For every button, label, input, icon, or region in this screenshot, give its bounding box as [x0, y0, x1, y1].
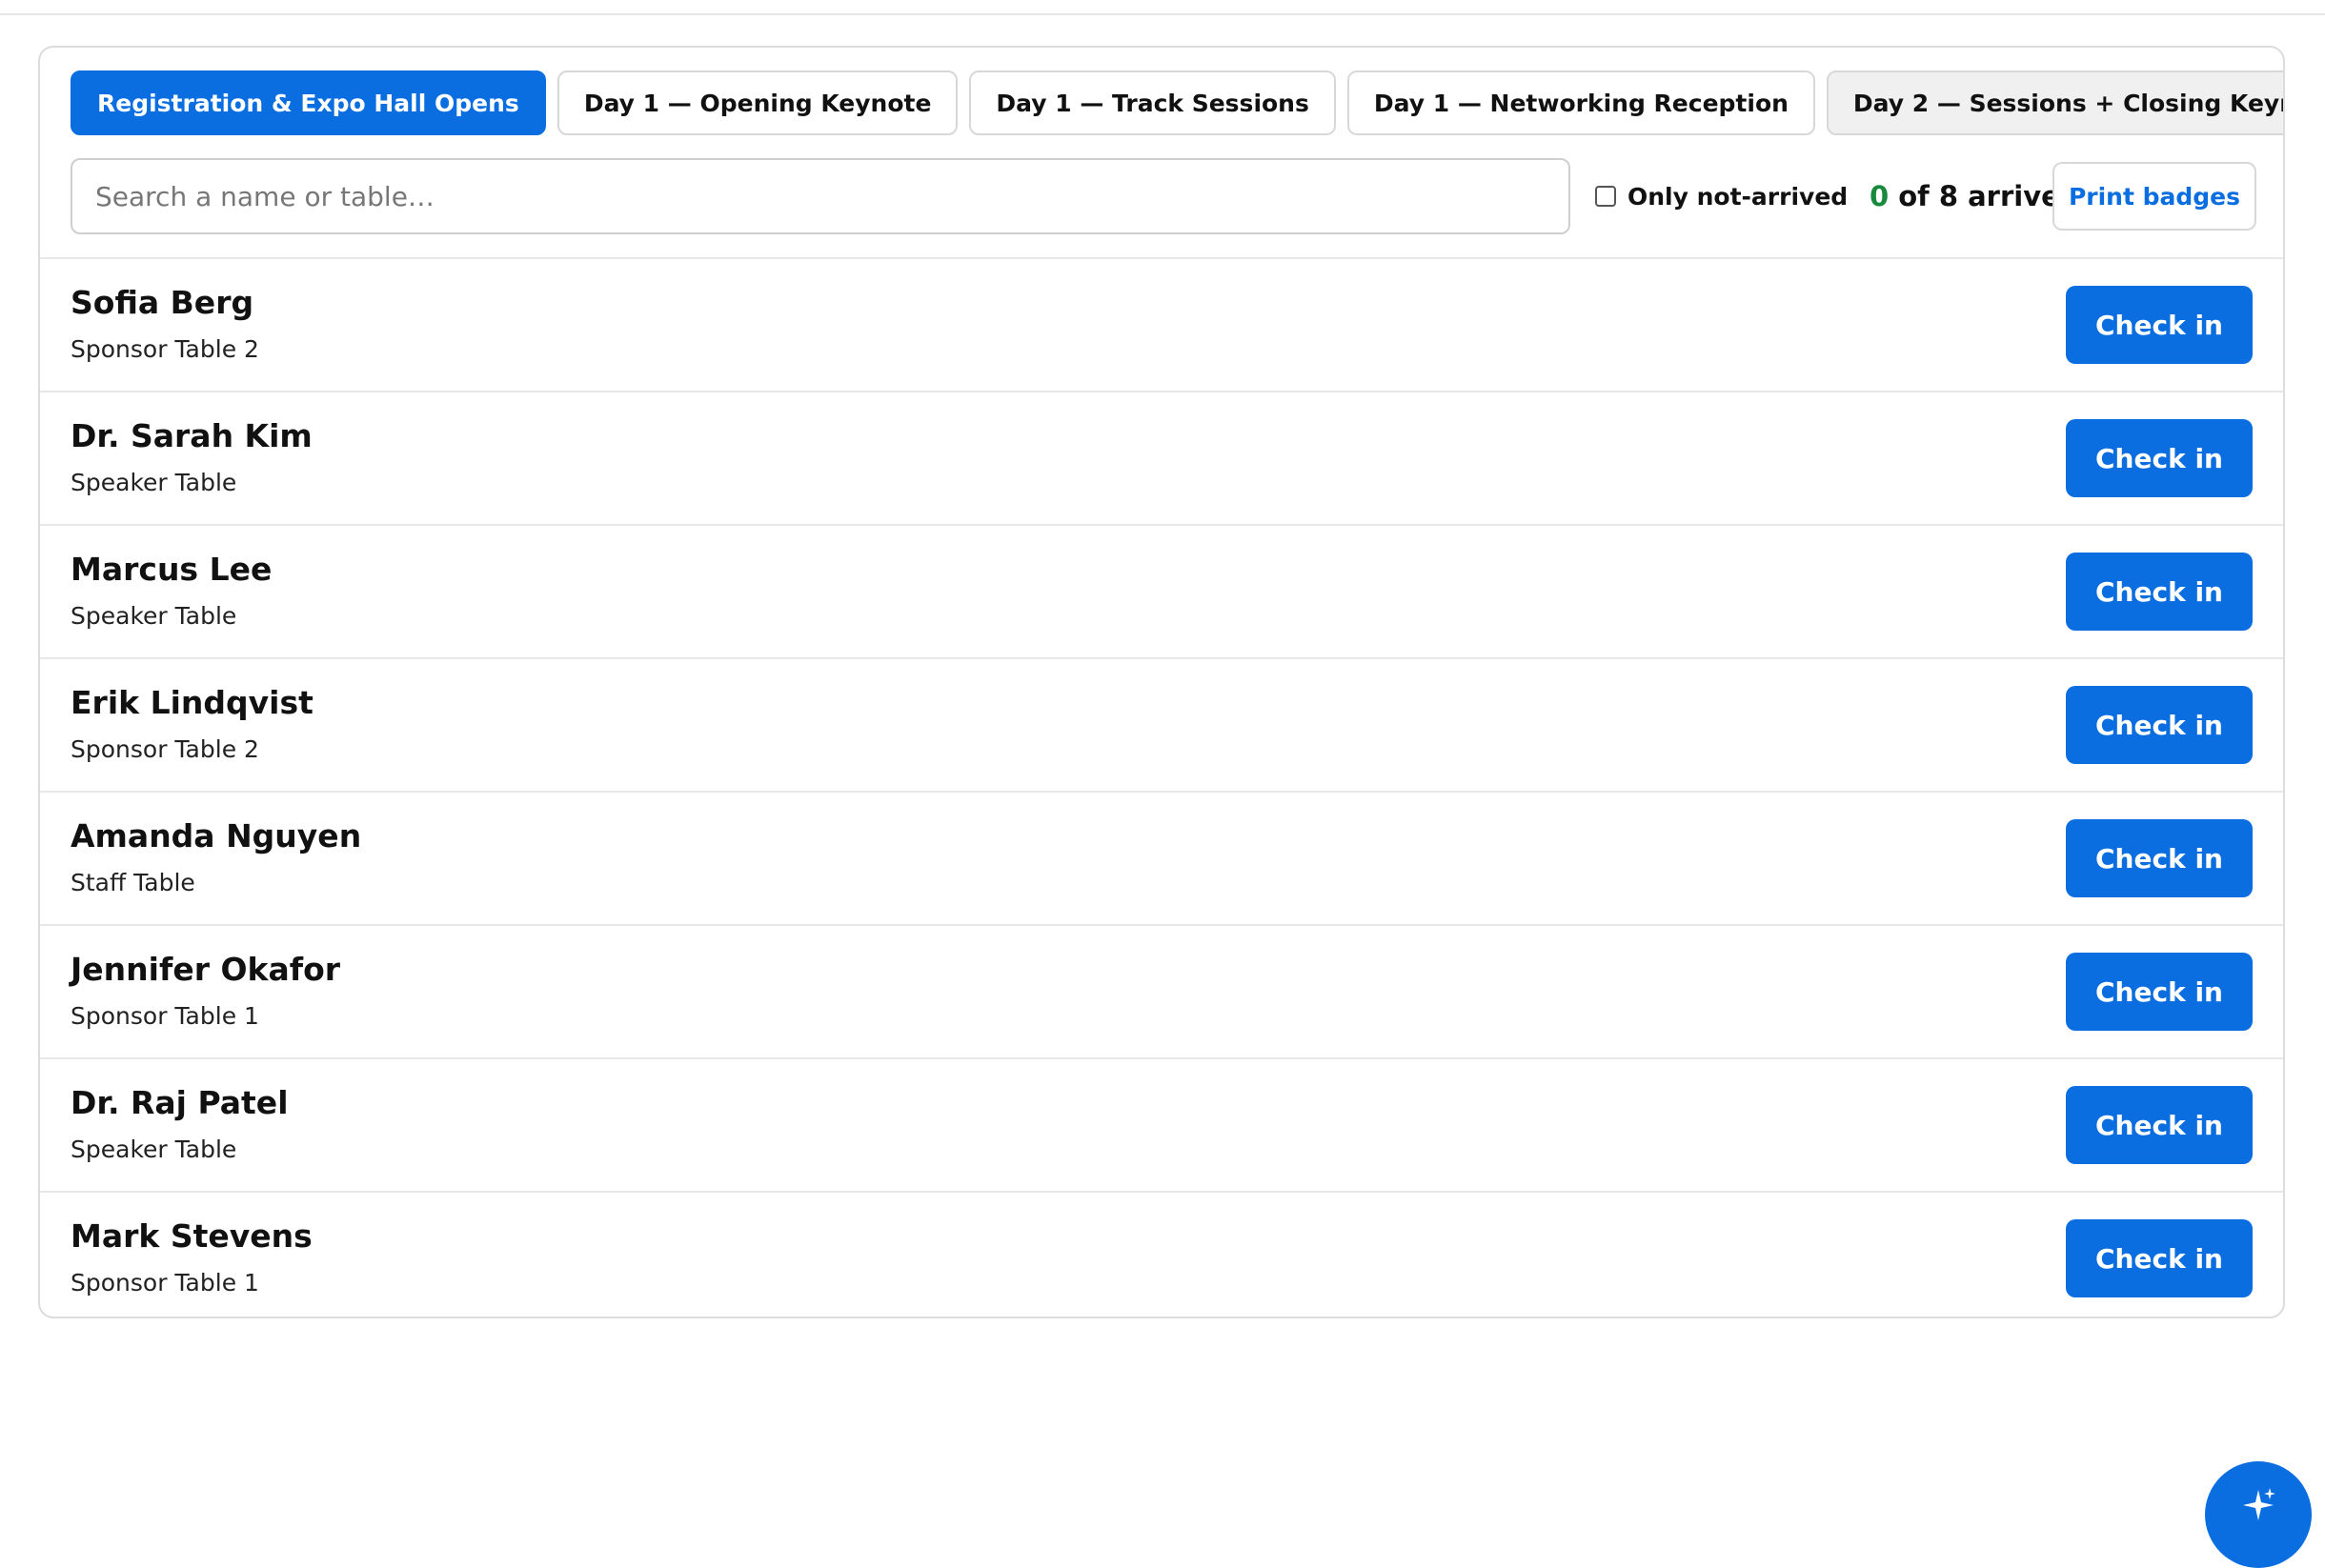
check-in-button[interactable]: Check in: [2066, 419, 2253, 497]
toolbar: Only not-arrived 0 of 8 arrived Print ba…: [71, 158, 2256, 234]
list-item: Marcus Lee Speaker Table Check in: [40, 524, 2283, 657]
check-in-button[interactable]: Check in: [2066, 1219, 2253, 1297]
guest-table: Sponsor Table 2: [71, 735, 259, 763]
guest-table: Speaker Table: [71, 469, 237, 496]
guest-name: Amanda Nguyen: [71, 817, 362, 854]
list-item: Dr. Sarah Kim Speaker Table Check in: [40, 391, 2283, 524]
guest-table: Sponsor Table 1: [71, 1269, 259, 1297]
check-in-button[interactable]: Check in: [2066, 953, 2253, 1031]
guest-table: Speaker Table: [71, 1136, 237, 1163]
top-divider: [0, 13, 2325, 15]
sparkle-icon: [2243, 1488, 2275, 1520]
guest-name: Jennifer Okafor: [71, 951, 341, 988]
arrival-counter: 0 of 8 arrived: [1870, 158, 2080, 234]
list-item: Sofia Berg Sponsor Table 2 Check in: [40, 257, 2283, 391]
list-item: Jennifer Okafor Sponsor Table 1 Check in: [40, 924, 2283, 1057]
list-item: Dr. Raj Patel Speaker Table Check in: [40, 1057, 2283, 1191]
guest-table: Speaker Table: [71, 602, 237, 630]
guest-list: Sofia Berg Sponsor Table 2 Check in Dr. …: [40, 257, 2283, 1317]
list-item: Mark Stevens Sponsor Table 1 Check in: [40, 1191, 2283, 1317]
guest-name: Erik Lindqvist: [71, 684, 313, 721]
session-tabs: Registration & Expo Hall Opens Day 1 — O…: [71, 70, 2283, 135]
check-in-button[interactable]: Check in: [2066, 553, 2253, 631]
search-input[interactable]: [71, 158, 1570, 234]
guest-table: Sponsor Table 2: [71, 335, 259, 363]
tab-opening-keynote[interactable]: Day 1 — Opening Keynote: [556, 70, 959, 135]
not-arrived-filter: Only not-arrived: [1595, 158, 1848, 234]
check-in-button[interactable]: Check in: [2066, 819, 2253, 897]
list-item: Erik Lindqvist Sponsor Table 2 Check in: [40, 657, 2283, 791]
not-arrived-checkbox[interactable]: [1595, 186, 1616, 207]
check-in-button[interactable]: Check in: [2066, 1086, 2253, 1164]
guest-name: Sofia Berg: [71, 284, 254, 321]
guest-table: Staff Table: [71, 869, 195, 896]
print-badges-button[interactable]: Print badges: [2052, 162, 2256, 231]
checkin-panel: Registration & Expo Hall Opens Day 1 — O…: [38, 46, 2285, 1318]
not-arrived-label[interactable]: Only not-arrived: [1628, 183, 1848, 211]
guest-table: Sponsor Table 1: [71, 1002, 259, 1030]
check-in-button[interactable]: Check in: [2066, 286, 2253, 364]
tab-day2-sessions-closing[interactable]: Day 2 — Sessions + Closing Keynote: [1826, 70, 2283, 135]
check-in-button[interactable]: Check in: [2066, 686, 2253, 764]
guest-name: Mark Stevens: [71, 1217, 313, 1255]
tab-track-sessions[interactable]: Day 1 — Track Sessions: [969, 70, 1336, 135]
assistant-fab-button[interactable]: [2205, 1461, 2312, 1568]
guest-name: Dr. Raj Patel: [71, 1084, 289, 1121]
arrived-count: 0: [1870, 180, 1890, 212]
tab-networking-reception[interactable]: Day 1 — Networking Reception: [1346, 70, 1815, 135]
list-item: Amanda Nguyen Staff Table Check in: [40, 791, 2283, 924]
tab-registration-expo[interactable]: Registration & Expo Hall Opens: [71, 70, 546, 135]
guest-name: Marcus Lee: [71, 551, 273, 588]
guest-name: Dr. Sarah Kim: [71, 417, 313, 454]
